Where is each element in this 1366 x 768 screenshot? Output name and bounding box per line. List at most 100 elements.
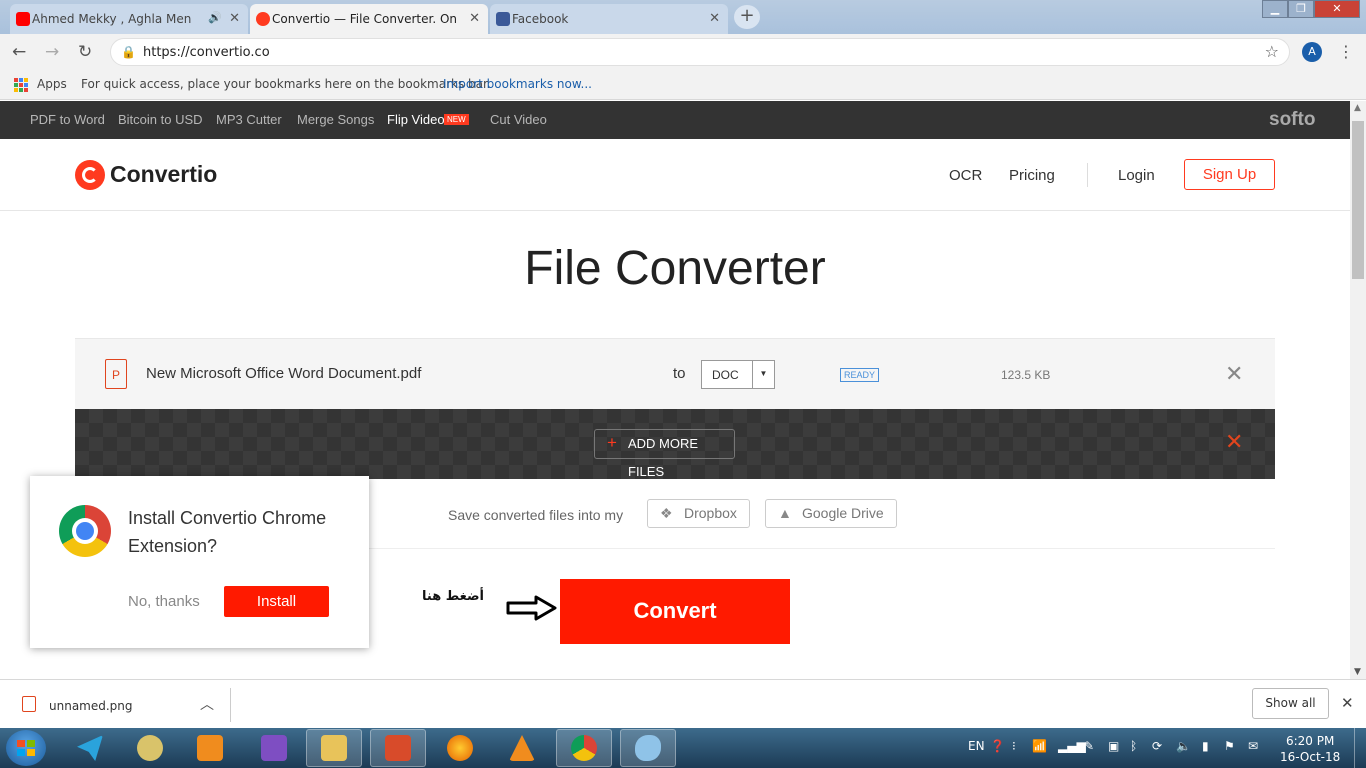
- download-divider: [230, 688, 231, 722]
- new-tab-button[interactable]: +: [734, 5, 760, 29]
- language-indicator[interactable]: EN: [968, 739, 985, 753]
- apps-grid-icon[interactable]: [14, 78, 28, 92]
- softo-link-flip-video[interactable]: Flip Video: [387, 112, 445, 127]
- install-button[interactable]: Install: [224, 586, 329, 617]
- page-scrollbar[interactable]: ▲ ▼: [1350, 101, 1366, 679]
- add-more-label: ADD MORE FILES: [628, 436, 699, 479]
- add-more-files-button[interactable]: + ADD MORE FILES: [594, 429, 735, 479]
- vlc-taskbar-icon[interactable]: [494, 729, 550, 767]
- arabic-click-here-annotation: أضغط هنا: [422, 589, 485, 604]
- file-row: P New Microsoft Office Word Document.pdf…: [75, 338, 1275, 409]
- system-tray: EN ❓ ⁝ 📶 ▂▄▆ ✎ ▣ ᛒ ⟳ 🔈 ▮ ⚑ ✉ 6:20 PM 16-…: [962, 728, 1366, 768]
- convert-button[interactable]: Convert: [560, 579, 790, 644]
- address-bar[interactable]: 🔒 https://convertio.co ☆: [110, 38, 1290, 66]
- visual-studio-taskbar-icon[interactable]: [246, 729, 302, 767]
- office-taskbar-icon[interactable]: [370, 729, 426, 767]
- close-tab-icon[interactable]: ✕: [229, 11, 240, 26]
- pen-icon[interactable]: ✎: [1084, 739, 1094, 753]
- close-tab-icon[interactable]: ✕: [469, 11, 480, 26]
- telegram-taskbar-icon[interactable]: [62, 729, 118, 767]
- maximize-button[interactable]: ❐: [1288, 0, 1314, 18]
- show-desktop-button[interactable]: [1354, 728, 1366, 768]
- tab-facebook[interactable]: Facebook ✕: [490, 4, 728, 34]
- remove-all-icon[interactable]: ✕: [1225, 429, 1243, 455]
- tab-youtube[interactable]: Ahmed Mekky , Aghla Men A 🔊 ✕: [10, 4, 248, 34]
- tab-title: Facebook: [512, 12, 569, 26]
- dropbox-button[interactable]: ❖ Dropbox: [647, 499, 750, 528]
- no-thanks-button[interactable]: No, thanks: [128, 593, 200, 610]
- bookmarks-hint: For quick access, place your bookmarks h…: [81, 77, 491, 91]
- google-drive-button[interactable]: ▲ Google Drive: [765, 499, 897, 528]
- show-all-button[interactable]: Show all: [1252, 688, 1329, 719]
- speaker-icon[interactable]: 🔊: [208, 11, 222, 24]
- profile-avatar[interactable]: A: [1302, 42, 1322, 62]
- chrome-taskbar-icon[interactable]: [556, 729, 612, 767]
- tab-convertio[interactable]: Convertio — File Converter. Onli ✕: [250, 4, 488, 34]
- softo-link-cut-video[interactable]: Cut Video: [490, 112, 547, 127]
- sync-icon[interactable]: ⟳: [1152, 739, 1162, 753]
- signal-icon[interactable]: ▂▄▆: [1058, 739, 1086, 753]
- nav-pricing[interactable]: Pricing: [1009, 167, 1055, 184]
- google-drive-label: Google Drive: [802, 505, 884, 521]
- signup-button[interactable]: Sign Up: [1184, 159, 1275, 190]
- drive-taskbar-icon[interactable]: [122, 729, 178, 767]
- media-player-taskbar-icon[interactable]: [182, 729, 238, 767]
- firefox-taskbar-icon[interactable]: [432, 729, 488, 767]
- remove-file-icon[interactable]: ✕: [1225, 361, 1243, 387]
- webpage: PDF to Word Bitcoin to USD MP3 Cutter Me…: [0, 101, 1350, 679]
- target-format-select[interactable]: DOC ▼: [701, 360, 775, 389]
- close-tab-icon[interactable]: ✕: [709, 11, 720, 26]
- softo-link-mp3-cutter[interactable]: MP3 Cutter: [216, 112, 282, 127]
- tray-expand-icon[interactable]: ⁝: [1012, 739, 1016, 753]
- bluetooth-icon[interactable]: ᛒ: [1130, 739, 1137, 753]
- scroll-down-icon[interactable]: ▼: [1354, 667, 1361, 677]
- volume-icon[interactable]: 🔈: [1176, 739, 1191, 753]
- download-bar: unnamed.png ︿ Show all ✕: [0, 679, 1366, 728]
- window-close-button[interactable]: ✕: [1314, 0, 1360, 18]
- convertio-logo-icon[interactable]: [75, 160, 105, 190]
- device-icon[interactable]: ▣: [1108, 739, 1119, 753]
- clock-date: 16-Oct-18: [1280, 750, 1341, 764]
- download-item[interactable]: unnamed.png: [49, 699, 133, 713]
- nav-login[interactable]: Login: [1118, 167, 1155, 184]
- network-icon[interactable]: 📶: [1032, 739, 1047, 753]
- clock-time: 6:20 PM: [1285, 734, 1335, 748]
- site-header: Convertio OCR Pricing Login Sign Up: [0, 139, 1350, 211]
- flag-icon[interactable]: ⚑: [1224, 739, 1235, 753]
- target-format-value: DOC: [712, 368, 739, 382]
- back-arrow-icon[interactable]: ←: [12, 42, 26, 62]
- site-logo-text[interactable]: Convertio: [110, 161, 217, 188]
- forward-arrow-icon[interactable]: →: [45, 42, 59, 62]
- softo-link-pdf-to-word[interactable]: PDF to Word: [30, 112, 105, 127]
- scrollbar-thumb[interactable]: [1352, 121, 1364, 279]
- start-button[interactable]: [6, 730, 46, 766]
- plus-icon: +: [607, 433, 617, 452]
- apps-link[interactable]: Apps: [37, 77, 67, 91]
- nav-ocr[interactable]: OCR: [949, 167, 982, 184]
- lock-icon[interactable]: 🔒: [121, 45, 136, 59]
- file-explorer-taskbar-icon[interactable]: [306, 729, 362, 767]
- new-badge: NEW: [444, 114, 469, 125]
- paint-taskbar-icon[interactable]: [620, 729, 676, 767]
- bookmark-star-icon[interactable]: ☆: [1265, 42, 1279, 61]
- battery-icon[interactable]: ▮: [1202, 739, 1209, 753]
- softo-link-bitcoin-to-usd[interactable]: Bitcoin to USD: [118, 112, 203, 127]
- windows-taskbar: EN ❓ ⁝ 📶 ▂▄▆ ✎ ▣ ᛒ ⟳ 🔈 ▮ ⚑ ✉ 6:20 PM 16-…: [0, 728, 1366, 768]
- browser-menu-icon[interactable]: ⋮: [1338, 42, 1354, 61]
- softo-logo[interactable]: softo: [1269, 109, 1315, 131]
- softo-link-merge-songs[interactable]: Merge Songs: [297, 112, 374, 127]
- minimize-button[interactable]: ▁: [1262, 0, 1288, 18]
- import-bookmarks-link[interactable]: Import bookmarks now...: [443, 77, 592, 91]
- chevron-down-icon[interactable]: ▼: [752, 361, 774, 388]
- action-center-icon[interactable]: ✉: [1248, 739, 1258, 753]
- system-clock[interactable]: 6:20 PM 16-Oct-18: [1280, 733, 1340, 765]
- browser-toolbar: ← → ↻ 🔒 https://convertio.co ☆ A ⋮: [0, 34, 1366, 70]
- reload-icon[interactable]: ↻: [78, 42, 92, 62]
- close-download-bar-icon[interactable]: ✕: [1341, 694, 1354, 712]
- to-label: to: [673, 365, 686, 382]
- url-text: https://convertio.co: [143, 45, 270, 60]
- save-label: Save converted files into my: [448, 507, 624, 523]
- chevron-up-icon[interactable]: ︿: [200, 694, 214, 714]
- help-icon[interactable]: ❓: [990, 739, 1005, 753]
- scroll-up-icon[interactable]: ▲: [1354, 103, 1361, 113]
